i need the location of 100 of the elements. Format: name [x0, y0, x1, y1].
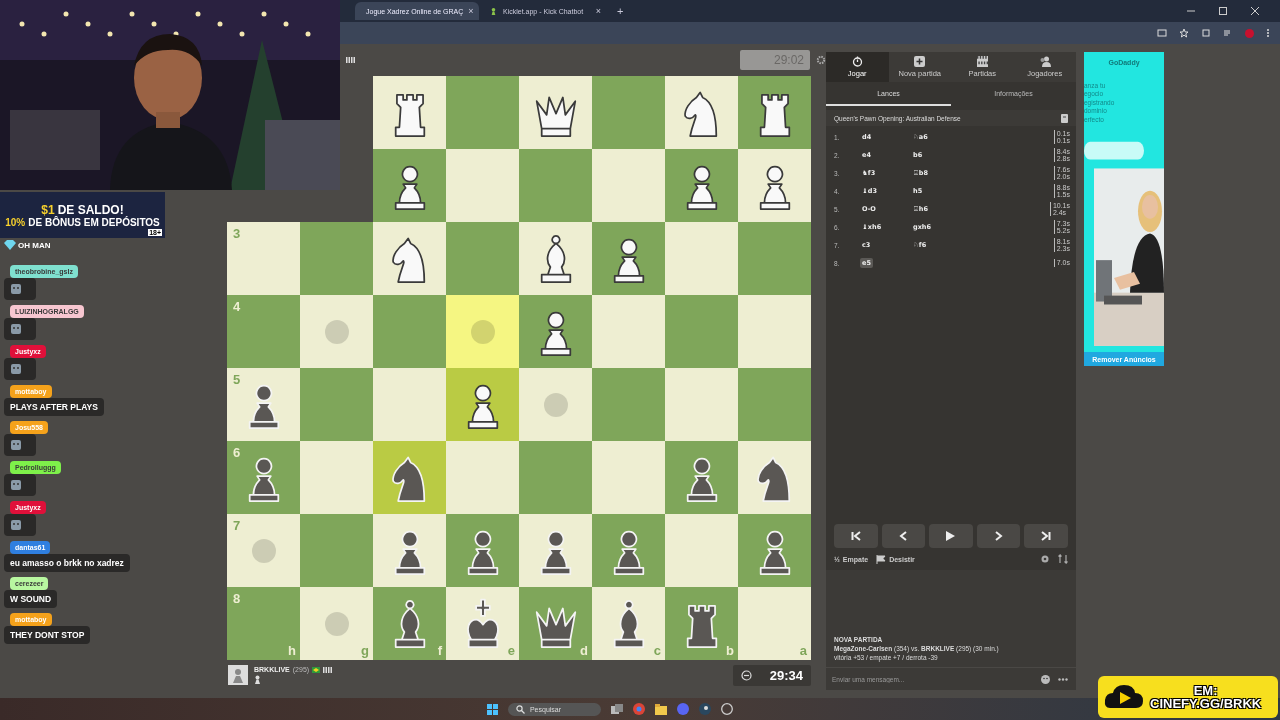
- board-square[interactable]: [373, 222, 446, 295]
- board-square[interactable]: [446, 514, 519, 587]
- task-view-icon[interactable]: [611, 703, 624, 715]
- board-square[interactable]: [665, 441, 738, 514]
- book-icon[interactable]: [1061, 113, 1068, 123]
- board-square[interactable]: [592, 222, 665, 295]
- board-square[interactable]: [519, 295, 592, 368]
- board-square[interactable]: [738, 149, 811, 222]
- file-label: b: [726, 643, 734, 658]
- chat-message: THEY DONT STOP: [4, 626, 91, 644]
- board-square[interactable]: [738, 441, 811, 514]
- chat-message: W SOUND: [4, 590, 58, 608]
- pawn-icon: [489, 6, 498, 16]
- skip-back-icon: [850, 531, 861, 541]
- emote-icon: [10, 479, 22, 491]
- diamond-icon: [4, 240, 16, 250]
- emote-icon: [10, 363, 22, 375]
- flag-icon: [876, 554, 887, 564]
- clock-time: 29:34: [769, 667, 803, 683]
- game-store-icon[interactable]: [699, 703, 712, 715]
- rank-label: 5: [233, 372, 241, 387]
- close-icon[interactable]: ×: [468, 6, 474, 16]
- rank-label: 8: [233, 591, 241, 606]
- menu-icon[interactable]: [1266, 28, 1270, 38]
- flip-board-icon[interactable]: [1058, 554, 1068, 564]
- board-square[interactable]: [373, 514, 446, 587]
- board-square[interactable]: [519, 222, 592, 295]
- board-square[interactable]: [592, 514, 665, 587]
- gear-icon[interactable]: [1040, 554, 1050, 564]
- chat-message: OH MAN: [18, 240, 51, 250]
- emote-icon: [10, 439, 22, 451]
- move-hint-dot: [470, 319, 495, 344]
- more-icon[interactable]: [1058, 677, 1068, 681]
- promo-percent: 10%: [5, 216, 26, 228]
- rank-label: 4: [233, 299, 241, 314]
- chevron-right-icon: [994, 531, 1003, 541]
- browser-icon[interactable]: [633, 703, 646, 715]
- pawn-icon: [254, 675, 261, 684]
- banner-text: CINEFY.GG/BRKK: [1150, 697, 1262, 710]
- plus-icon: [914, 56, 926, 67]
- emoji-icon[interactable]: [1041, 674, 1050, 684]
- board-square[interactable]: [446, 368, 519, 441]
- clock-icon: [740, 669, 752, 681]
- file-label: a: [799, 643, 807, 658]
- folder-icon[interactable]: [655, 703, 668, 715]
- signal-icon: [323, 666, 334, 673]
- board-square[interactable]: [373, 149, 446, 222]
- app-icon[interactable]: [721, 703, 734, 715]
- maximize-icon[interactable]: [1218, 6, 1228, 16]
- last-move-button[interactable]: [1024, 524, 1068, 548]
- board-square[interactable]: [519, 514, 592, 587]
- emote-icon: [10, 519, 22, 531]
- promo-text: DE BÔNUS EM DEPÓSITOS: [28, 216, 160, 228]
- emote-icon: [10, 323, 22, 335]
- avatar-icon: [228, 665, 248, 685]
- stopwatch-icon: [851, 56, 863, 67]
- chat-message: eu amasso o brkk no xadrez: [4, 554, 130, 572]
- signal-icon: [346, 57, 356, 63]
- settings-icon[interactable]: [816, 55, 826, 65]
- next-move-button[interactable]: [976, 524, 1021, 548]
- play-icon: [946, 531, 956, 541]
- close-icon[interactable]: ×: [595, 6, 601, 16]
- board-square[interactable]: [665, 76, 738, 149]
- promo-headline: DE SALDO!: [57, 202, 124, 217]
- first-move-button[interactable]: [834, 524, 878, 548]
- windows-icon[interactable]: [486, 703, 498, 715]
- board-square[interactable]: [738, 514, 811, 587]
- people-icon: [1038, 56, 1051, 67]
- play-move-button[interactable]: [929, 524, 973, 548]
- board-icon: [976, 56, 988, 67]
- prev-move-button[interactable]: [881, 524, 926, 548]
- rank-label: 7: [233, 518, 241, 533]
- file-label: h: [288, 643, 296, 658]
- extensions-icon[interactable]: [1201, 28, 1211, 38]
- chevron-left-icon: [899, 531, 908, 541]
- move-hint-dot: [251, 538, 276, 563]
- media-icon[interactable]: [1223, 28, 1233, 38]
- cast-icon[interactable]: [1157, 28, 1167, 38]
- board-square[interactable]: [373, 441, 446, 514]
- flag-icon: [312, 666, 321, 673]
- rank-label: 3: [233, 226, 241, 241]
- board-square[interactable]: [519, 76, 592, 149]
- skip-forward-icon: [1041, 531, 1052, 541]
- file-label: d: [580, 643, 588, 658]
- board-square[interactable]: [373, 76, 446, 149]
- move-hint-dot: [543, 392, 568, 417]
- file-label: c: [653, 643, 661, 658]
- search-icon: [515, 704, 525, 714]
- rank-label: 6: [233, 445, 241, 460]
- new-tab-button[interactable]: +: [611, 5, 630, 17]
- promo-amount: $1: [41, 202, 55, 217]
- star-icon[interactable]: [1179, 28, 1189, 38]
- file-label: e: [507, 643, 515, 658]
- move-hint-dot: [324, 611, 349, 636]
- board-square[interactable]: [738, 76, 811, 149]
- close-icon[interactable]: [1250, 6, 1260, 16]
- board-square[interactable]: [665, 149, 738, 222]
- banner-text: EM:: [1193, 684, 1218, 697]
- file-label: g: [361, 643, 369, 658]
- emote-icon: [10, 283, 22, 295]
